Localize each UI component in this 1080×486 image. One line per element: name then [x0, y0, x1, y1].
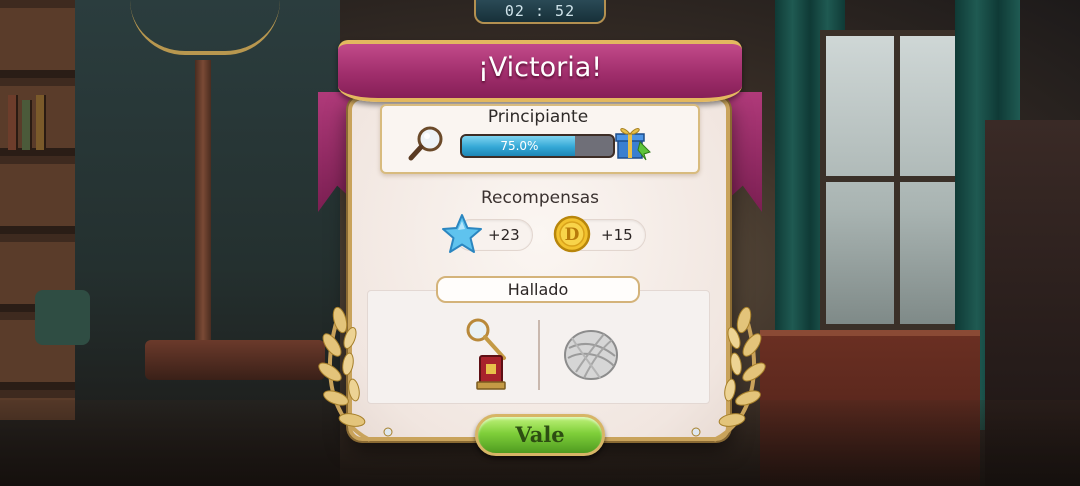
background-book — [8, 95, 18, 150]
timer-display: 02 : 52 — [474, 0, 606, 24]
level-progress-bar: 75.0% — [460, 134, 615, 158]
background-table — [145, 340, 325, 380]
dialog-title: ¡Victoria! — [477, 52, 603, 83]
background-book — [22, 100, 32, 150]
background-pillar — [195, 60, 211, 360]
found-items-divider — [538, 320, 540, 390]
title-ribbon: ¡Victoria! — [338, 40, 742, 102]
star-icon — [442, 214, 482, 253]
gift-icon — [615, 128, 651, 161]
coin-icon: D — [553, 215, 591, 253]
laurel-left-decoration — [318, 306, 393, 442]
rewards-heading: Recompensas — [481, 188, 599, 208]
background-book — [36, 95, 46, 150]
reward-coins-value: +15 — [601, 226, 633, 244]
svg-text:D: D — [565, 225, 580, 245]
ok-button[interactable]: Vale — [475, 414, 605, 456]
found-heading: Hallado — [436, 276, 640, 303]
magnifier-stamp-icon — [466, 318, 506, 390]
background-bookshelf — [0, 0, 75, 420]
background-telephone — [35, 290, 90, 345]
background-window — [820, 30, 970, 330]
reward-stars-value: +23 — [488, 226, 520, 244]
level-progress-label: 75.0% — [500, 139, 539, 153]
yarn-ball-icon — [564, 330, 618, 380]
magnifier-icon — [408, 126, 443, 161]
laurel-right-decoration — [691, 306, 766, 442]
level-name: Principiante — [487, 107, 589, 127]
